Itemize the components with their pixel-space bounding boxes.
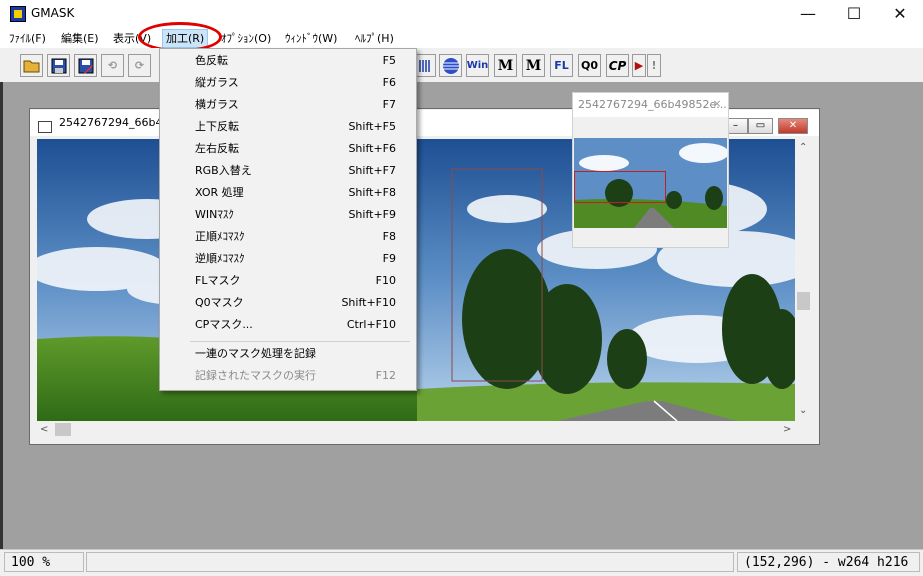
menu-item-flip-vertical[interactable]: 上下反転 Shift+F5 (160, 116, 416, 138)
status-message (86, 552, 734, 572)
menu-item-reverse-meko-mask[interactable]: 逆順ﾒｺﾏｽｸ F9 (160, 248, 416, 270)
navigator-close-icon[interactable]: × (710, 97, 724, 111)
save-as-icon[interactable] (74, 54, 97, 77)
menu-window[interactable]: ｳｨﾝﾄﾞｳ(W) (282, 30, 340, 47)
menu-help[interactable]: ﾍﾙﾌﾟ(H) (352, 30, 397, 47)
menu-item-cp-mask[interactable]: CPマスク... Ctrl+F10 (160, 314, 416, 336)
navigator-title: 2542767294_66b49852e... (578, 98, 727, 111)
menu-item-shortcut: F5 (382, 54, 396, 67)
menu-item-shortcut: Shift+F10 (341, 296, 396, 309)
menu-item-flip-horizontal[interactable]: 左右反転 Shift+F6 (160, 138, 416, 160)
minimize-button[interactable]: — (785, 0, 831, 28)
redo-icon[interactable]: ⟳ (128, 54, 151, 77)
play-icon[interactable]: ▶ (632, 54, 646, 77)
disk-glyph (51, 58, 66, 73)
scroll-up-icon[interactable]: ⌃ (799, 142, 807, 153)
menu-item-label: 上下反転 (195, 120, 239, 133)
menu-item-shortcut: F6 (382, 76, 396, 89)
menu-item-forward-meko-mask[interactable]: 正順ﾒｺﾏｽｸ F8 (160, 226, 416, 248)
m-mask-button[interactable]: M (494, 54, 517, 77)
q0-mask-button[interactable]: Q0 (578, 54, 601, 77)
menu-item-shortcut: F9 (382, 252, 396, 265)
menu-item-shortcut: F12 (375, 369, 396, 382)
menu-item-label: 記録されたマスクの実行 (195, 369, 316, 382)
menu-item-label: 色反転 (195, 54, 228, 67)
menu-item-record-masks[interactable]: 一連のマスク処理を記録 (160, 343, 416, 365)
vertical-scrollbar[interactable] (795, 139, 812, 421)
menu-file[interactable]: ﾌｧｲﾙ(F) (6, 30, 49, 47)
menu-item-rgb-swap[interactable]: RGB入替え Shift+F7 (160, 160, 416, 182)
undo-icon[interactable]: ⟲ (101, 54, 124, 77)
menu-item-shortcut: Shift+F8 (348, 186, 396, 199)
circle-mask-icon[interactable] (439, 54, 462, 77)
open-folder-icon[interactable] (20, 54, 43, 77)
menu-item-win-mask[interactable]: WINﾏｽｸ Shift+F9 (160, 204, 416, 226)
status-coordinates: (152,296) - w264 h216 (737, 552, 920, 572)
menu-item-label: CPマスク... (195, 318, 253, 331)
save-disk-icon[interactable] (47, 54, 70, 77)
folder-glyph (23, 60, 39, 73)
maximize-button[interactable]: ☐ (831, 0, 877, 28)
menu-item-run-recorded-masks: 記録されたマスクの実行 F12 (160, 365, 416, 387)
menu-item-horizontal-glass[interactable]: 横ガラス F7 (160, 94, 416, 116)
menu-item-shortcut: F8 (382, 230, 396, 243)
exclamation-icon[interactable]: ! (647, 54, 661, 77)
menu-item-fl-mask[interactable]: FLマスク F10 (160, 270, 416, 292)
menu-separator (190, 341, 410, 342)
left-edge-strip (0, 82, 3, 549)
menu-item-shortcut: F7 (382, 98, 396, 111)
close-button[interactable]: ✕ (877, 0, 923, 28)
vertical-lines-glyph (418, 59, 430, 72)
horizontal-scroll-thumb[interactable] (55, 423, 71, 436)
status-zoom: 100 % (4, 552, 84, 572)
menu-item-label: 横ガラス (195, 98, 239, 111)
menu-item-shortcut: Shift+F7 (348, 164, 396, 177)
scroll-right-icon[interactable]: > (783, 424, 791, 435)
menu-item-label: 縦ガラス (195, 76, 239, 89)
menu-item-label: WINﾏｽｸ (195, 208, 234, 221)
menu-item-q0-mask[interactable]: Q0マスク Shift+F10 (160, 292, 416, 314)
document-icon (38, 121, 52, 133)
app-icon (10, 6, 26, 22)
striped-circle-glyph (442, 57, 459, 74)
scroll-left-icon[interactable]: < (40, 424, 48, 435)
menu-item-label: XOR 処理 (195, 186, 244, 199)
menu-edit[interactable]: 編集(E) (58, 30, 102, 47)
menu-item-shortcut: Ctrl+F10 (346, 318, 396, 331)
menu-item-shortcut: Shift+F9 (348, 208, 396, 221)
menu-item-label: 正順ﾒｺﾏｽｸ (195, 230, 245, 243)
horizontal-scrollbar[interactable] (37, 421, 795, 438)
menu-item-label: 一連のマスク処理を記録 (195, 347, 316, 360)
menu-item-label: 左右反転 (195, 142, 239, 155)
child-close-button[interactable]: ✕ (778, 118, 808, 134)
menu-item-invert-color[interactable]: 色反転 F5 (160, 50, 416, 72)
window-title: GMASK (31, 6, 75, 20)
m-star-mask-button[interactable]: M (522, 54, 545, 77)
disk-edit-glyph (78, 58, 93, 74)
menu-item-vertical-glass[interactable]: 縦ガラス F6 (160, 72, 416, 94)
child-restore-button[interactable]: ▭ (748, 118, 773, 134)
menu-item-shortcut: Shift+F5 (348, 120, 396, 133)
menu-item-label: 逆順ﾒｺﾏｽｸ (195, 252, 245, 265)
menu-item-label: FLマスク (195, 274, 241, 287)
menu-options[interactable]: ｵﾌﾟｼｮﾝ(O) (218, 30, 274, 47)
cp-mask-button[interactable]: CP (606, 54, 629, 77)
menu-item-label: RGB入替え (195, 164, 252, 177)
menu-item-shortcut: F10 (375, 274, 396, 287)
navigator-viewport-rect[interactable] (574, 171, 666, 203)
scroll-down-icon[interactable]: ⌄ (799, 405, 807, 416)
win-mask-button[interactable]: Win (466, 54, 489, 77)
fl-mask-button[interactable]: FL (550, 54, 573, 77)
menu-item-label: Q0マスク (195, 296, 244, 309)
vertical-scroll-thumb[interactable] (797, 292, 810, 310)
menu-item-xor[interactable]: XOR 処理 Shift+F8 (160, 182, 416, 204)
menu-item-shortcut: Shift+F6 (348, 142, 396, 155)
